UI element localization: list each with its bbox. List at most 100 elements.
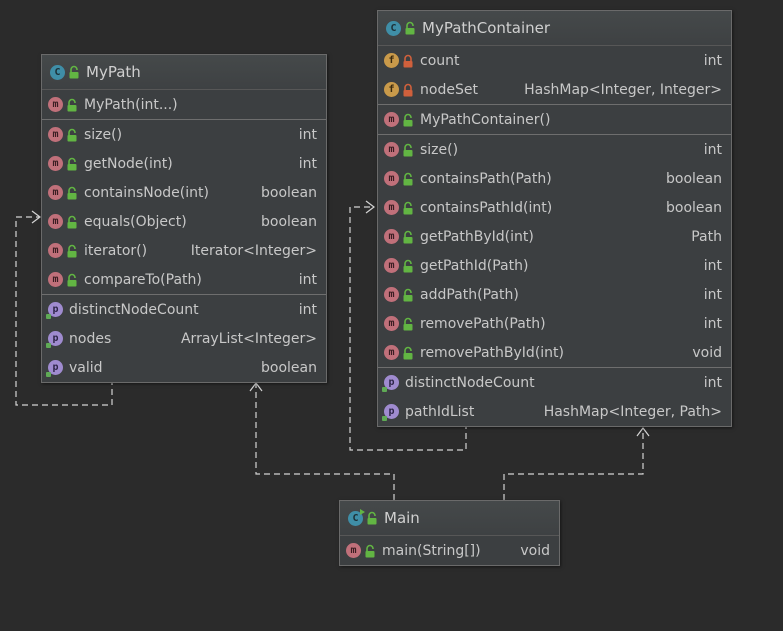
- public-unlock-icon: [367, 511, 377, 525]
- method-row[interactable]: m main(String[]) void: [340, 536, 559, 565]
- public-unlock-icon: [403, 143, 413, 156]
- public-unlock-icon: [67, 128, 77, 141]
- member-name: pathIdList: [405, 403, 475, 420]
- class-icon: C: [50, 64, 65, 80]
- public-unlock-icon: [403, 259, 413, 272]
- member-type: Iterator<Integer>: [190, 242, 317, 259]
- member-type: int: [298, 155, 317, 172]
- member-type: boolean: [666, 170, 722, 187]
- method-row[interactable]: m getPathById(int) Path: [378, 222, 731, 251]
- member-type: boolean: [261, 184, 317, 201]
- method-row[interactable]: m containsPath(Path) boolean: [378, 164, 731, 193]
- method-row[interactable]: m containsNode(int) boolean: [42, 178, 326, 207]
- member-type: int: [703, 257, 722, 274]
- public-unlock-icon: [67, 215, 77, 228]
- private-lock-icon: [403, 83, 413, 96]
- method-row[interactable]: m MyPath(int...): [42, 90, 326, 119]
- class-header-mypath[interactable]: C MyPath: [42, 55, 326, 90]
- public-unlock-icon: [67, 273, 77, 286]
- method-icon: m: [384, 142, 399, 157]
- member-name: containsNode(int): [84, 184, 209, 201]
- property-icon: p: [382, 375, 399, 392]
- field-icon: f: [384, 82, 399, 97]
- public-unlock-icon: [403, 288, 413, 301]
- method-icon: m: [48, 156, 63, 171]
- method-row[interactable]: m equals(Object) boolean: [42, 207, 326, 236]
- method-row[interactable]: m containsPathId(int) boolean: [378, 193, 731, 222]
- method-icon: m: [384, 345, 399, 360]
- member-type: boolean: [666, 199, 722, 216]
- field-row[interactable]: f count int: [378, 46, 731, 75]
- class-node-mypathcontainer[interactable]: C MyPathContainer f count int f nodeSet HashMa…: [377, 10, 732, 427]
- property-row[interactable]: p valid boolean: [42, 353, 326, 382]
- public-unlock-icon: [403, 172, 413, 185]
- member-name: nodeSet: [420, 81, 478, 98]
- method-row[interactable]: m removePath(Path) int: [378, 309, 731, 338]
- public-unlock-icon: [403, 230, 413, 243]
- public-unlock-icon: [403, 113, 413, 126]
- public-unlock-icon: [365, 544, 375, 557]
- property-icon: p: [382, 404, 399, 421]
- method-row[interactable]: m getNode(int) int: [42, 149, 326, 178]
- property-row[interactable]: p distinctNodeCount int: [378, 368, 731, 397]
- method-row[interactable]: m size() int: [378, 135, 731, 164]
- member-type: void: [520, 542, 550, 559]
- public-unlock-icon: [405, 21, 415, 35]
- member-name: getPathId(Path): [420, 257, 529, 274]
- public-unlock-icon: [403, 201, 413, 214]
- public-unlock-icon: [403, 317, 413, 330]
- method-row[interactable]: m iterator() Iterator<Integer>: [42, 236, 326, 265]
- methods-section: m size() int m getNode(int) int m containsNode(…: [42, 120, 326, 295]
- member-type: int: [298, 271, 317, 288]
- constructors-section: m MyPathContainer(): [378, 105, 731, 135]
- property-icon: p: [46, 331, 63, 348]
- member-name: MyPathContainer(): [420, 111, 551, 128]
- method-icon: m: [48, 243, 63, 258]
- public-unlock-icon: [69, 65, 79, 79]
- member-name: nodes: [69, 330, 112, 347]
- properties-section: p distinctNodeCount int p pathIdList HashMap<…: [378, 368, 731, 426]
- property-icon: p: [46, 360, 63, 377]
- method-icon: m: [384, 171, 399, 186]
- method-row[interactable]: m compareTo(Path) int: [42, 265, 326, 294]
- method-icon: m: [384, 200, 399, 215]
- public-unlock-icon: [67, 157, 77, 170]
- properties-section: p distinctNodeCount int p nodes ArrayList<Int…: [42, 295, 326, 382]
- method-icon: m: [384, 112, 399, 127]
- class-header-main[interactable]: C Main: [340, 501, 559, 536]
- property-row[interactable]: p pathIdList HashMap<Integer, Path>: [378, 397, 731, 426]
- field-row[interactable]: f nodeSet HashMap<Integer, Integer>: [378, 75, 731, 104]
- class-node-main[interactable]: C Main m main(String[]) void: [339, 500, 560, 566]
- method-icon: m: [384, 229, 399, 244]
- method-icon: m: [384, 258, 399, 273]
- member-name: addPath(Path): [420, 286, 519, 303]
- method-row[interactable]: m MyPathContainer(): [378, 105, 731, 134]
- method-row[interactable]: m size() int: [42, 120, 326, 149]
- method-icon: m: [48, 272, 63, 287]
- member-type: int: [703, 52, 722, 69]
- member-name: containsPath(Path): [420, 170, 552, 187]
- edge-main-mypath: [255, 383, 395, 500]
- public-unlock-icon: [67, 244, 77, 257]
- public-unlock-icon: [403, 346, 413, 359]
- member-name: getNode(int): [84, 155, 173, 172]
- property-icon: p: [46, 302, 63, 319]
- method-icon: m: [384, 287, 399, 302]
- class-icon: C: [386, 20, 401, 36]
- property-row[interactable]: p distinctNodeCount int: [42, 295, 326, 324]
- member-name: getPathById(int): [420, 228, 534, 245]
- class-node-mypath[interactable]: C MyPath m MyPath(int...) m size() int m getNo…: [41, 54, 327, 383]
- method-row[interactable]: m getPathId(Path) int: [378, 251, 731, 280]
- edge-main-container: [503, 428, 644, 500]
- member-name: valid: [69, 359, 103, 376]
- member-type: int: [298, 126, 317, 143]
- property-row[interactable]: p nodes ArrayList<Integer>: [42, 324, 326, 353]
- member-type: ArrayList<Integer>: [180, 330, 317, 347]
- class-header-mypathcontainer[interactable]: C MyPathContainer: [378, 11, 731, 46]
- method-row[interactable]: m removePathById(int) void: [378, 338, 731, 367]
- member-type: Path: [691, 228, 722, 245]
- member-name: distinctNodeCount: [69, 301, 199, 318]
- methods-section: m main(String[]) void: [340, 536, 559, 565]
- method-row[interactable]: m addPath(Path) int: [378, 280, 731, 309]
- class-name: Main: [384, 509, 420, 527]
